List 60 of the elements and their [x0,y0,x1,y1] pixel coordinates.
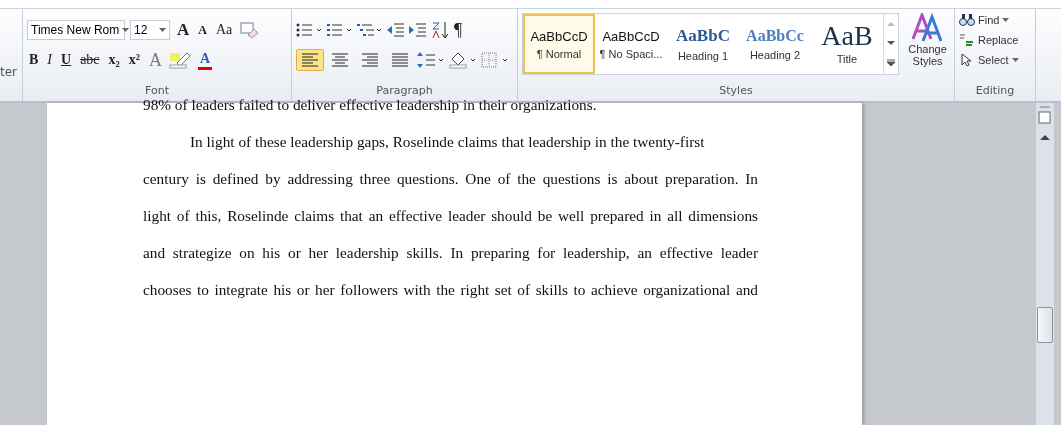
caret-icon [1011,58,1019,62]
superscript-button[interactable]: x² [126,52,142,68]
grow-font-button[interactable]: A [175,20,192,40]
style-item[interactable]: AaBbC Heading 1 [667,14,739,74]
more-icon[interactable] [886,59,897,68]
style-item[interactable]: AaB Title [811,14,883,74]
clear-formatting-icon[interactable] [239,21,260,39]
binoculars-icon [959,13,975,27]
underline-button[interactable]: U [59,52,74,68]
group-label: ter [0,65,18,81]
strikethrough-button[interactable]: abc [78,52,102,68]
style-item[interactable]: AaBbCcD ¶ No Spaci... [595,14,667,74]
group-label: Editing [974,84,1016,99]
show-formatting-button[interactable]: ¶ [452,19,465,41]
caret-icon [122,28,130,32]
italic-button[interactable]: I [45,52,54,68]
replace-button[interactable]: Replace [959,31,1019,49]
caret-icon [159,28,166,32]
group-label: Font [144,84,170,99]
shading-icon[interactable] [448,51,478,69]
line-spacing-icon[interactable] [416,51,446,69]
font-size-field[interactable]: 12 [130,20,170,40]
increase-indent-icon[interactable] [408,22,428,38]
bullets-icon[interactable] [296,22,324,38]
numbering-icon[interactable] [326,22,354,38]
style-item[interactable]: AaBbCc Heading 2 [739,14,811,74]
alignment-icon [391,53,409,67]
replace-icon [959,33,975,47]
alignment-icon [331,53,349,67]
change-styles-button[interactable]: Change Styles [905,13,950,84]
scroll-up-icon[interactable] [1039,133,1051,141]
decrease-indent-icon[interactable] [386,22,406,38]
sort-icon[interactable] [430,21,450,39]
multilevel-list-icon[interactable] [356,22,384,38]
bold-button[interactable]: B [27,52,41,68]
alignment-icon [301,53,319,67]
group-label: Styles [718,84,754,99]
letters-icon [910,13,945,43]
text-line: and strategize on his or her leadership skills. In preparing for leadership, an effective leader [143,243,758,263]
text-effects-button[interactable]: A [147,49,164,71]
font-color-button[interactable]: A [198,50,213,70]
highlighter-icon[interactable] [169,51,193,69]
text-line: light of this, Roselinde claims that an effective leader should be well prepared in all dimensions [143,206,758,226]
change-case-button[interactable]: Aa [213,22,235,38]
text-line: chooses to integrate his or her followers with the right set of skills to achieve organizational and [143,280,758,300]
style-item[interactable]: AaBbCcD ¶ Normal [523,14,595,74]
vertical-scrollbar[interactable] [1036,103,1054,425]
select-button[interactable]: Select [959,51,1019,69]
find-button[interactable]: Find [959,11,1010,29]
text-line: century is defined by addressing three questions. One of the questions is about preparation. In [143,169,758,189]
align-left-button[interactable] [296,49,324,71]
ruler-icon[interactable] [1037,105,1053,127]
group-label: Paragraph [375,84,434,99]
caret-icon [1002,18,1010,22]
scroll-down-icon[interactable] [886,40,897,46]
subscript-button[interactable]: x₂ [106,52,122,68]
alignment-icon [361,53,379,67]
scroll-thumb[interactable] [1037,307,1053,343]
shrink-font-button[interactable]: A [196,22,209,38]
text-line: In light of these leadership gaps, Roselinde claims that leadership in the twenty-first [189,132,706,152]
